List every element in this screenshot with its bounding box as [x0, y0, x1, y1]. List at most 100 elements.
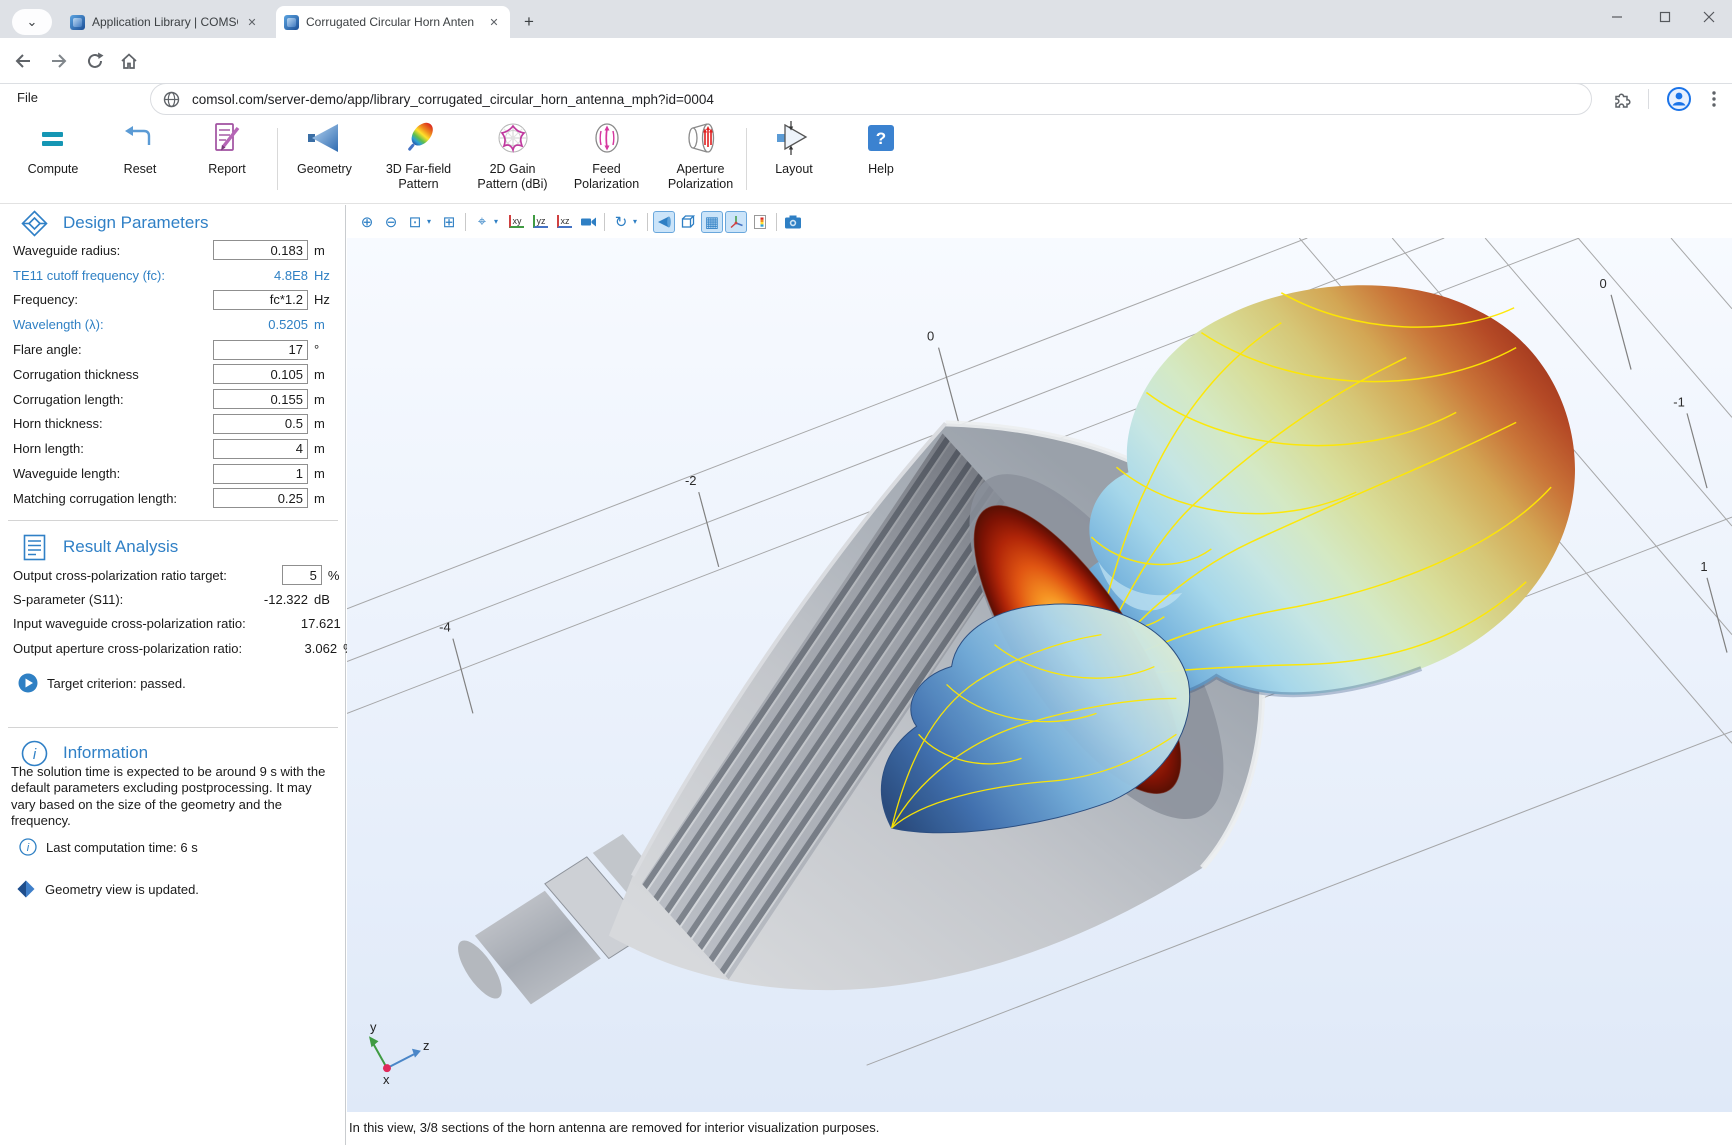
view-caption: In this view, 3/8 sections of the horn a…: [347, 1112, 1732, 1145]
layout-icon: [776, 118, 812, 158]
axes-toggle[interactable]: [725, 211, 747, 233]
tab-search-button[interactable]: ⌄: [12, 9, 52, 35]
parameter-input[interactable]: [213, 414, 308, 434]
parameter-label: S-parameter (S11):: [13, 592, 213, 607]
new-tab-button[interactable]: +: [516, 9, 542, 35]
browser-tab-2[interactable]: Corrugated Circular Horn Anten ✕: [276, 6, 510, 38]
forward-icon: [48, 50, 70, 72]
maximize-button[interactable]: [1642, 0, 1688, 34]
scene-light-icon: [656, 214, 672, 230]
grid-toggle[interactable]: ▦: [701, 211, 723, 233]
reset-button[interactable]: Reset: [97, 118, 183, 200]
browser-titlebar: ⌄ Application Library | COMSOL S ✕ Corru…: [0, 0, 1732, 38]
zoom-in-icon: ⊕: [361, 213, 374, 231]
maximize-icon: [1659, 11, 1671, 23]
layout-button[interactable]: Layout: [747, 118, 841, 200]
view-xz-icon: xz: [557, 215, 572, 228]
zoom-in-button[interactable]: ⊕: [356, 211, 378, 233]
close-icon: [1703, 11, 1715, 23]
color-legend-toggle[interactable]: [749, 211, 771, 233]
section-divider: [8, 727, 338, 728]
comsol-favicon: [70, 15, 85, 30]
rotate-button[interactable]: ↻: [610, 211, 632, 233]
scene-light-toggle[interactable]: [653, 211, 675, 233]
rotate-icon: ↻: [615, 213, 628, 231]
parameter-row: Waveguide length:m: [0, 461, 346, 486]
geometry-button[interactable]: Geometry: [278, 118, 371, 200]
far-field-pattern-button[interactable]: 3D Far-field Pattern: [372, 118, 465, 200]
svg-text:1: 1: [1700, 559, 1707, 574]
parameter-row: S-parameter (S11):-12.322dB: [0, 587, 346, 611]
geometry-diamond-icon: [16, 879, 36, 899]
parameter-input[interactable]: [213, 340, 308, 360]
parameter-value: 3.062: [242, 641, 337, 656]
scene-projection-button[interactable]: [577, 211, 599, 233]
report-button[interactable]: Report: [184, 118, 270, 200]
parameter-unit: m: [314, 466, 338, 481]
back-button[interactable]: [8, 46, 38, 76]
compute-button[interactable]: Compute: [10, 118, 96, 200]
browser-tab-1[interactable]: Application Library | COMSOL S ✕: [62, 6, 268, 38]
toolbar-separator: [465, 213, 466, 231]
parameter-row: Waveguide radius:m: [0, 238, 346, 263]
snapshot-button[interactable]: [782, 211, 804, 233]
section-divider: [8, 520, 338, 521]
parameter-label: Horn thickness:: [13, 416, 213, 431]
tab-close-icon[interactable]: ✕: [486, 14, 502, 30]
view-xy-icon: xy: [509, 215, 524, 228]
section-title: Information: [63, 743, 148, 763]
help-button[interactable]: ? Help: [841, 118, 921, 200]
default-view-caret[interactable]: ▾: [494, 217, 503, 226]
parameter-value: 4.8E8: [213, 268, 308, 283]
view-xz-button[interactable]: xz: [553, 211, 575, 233]
close-button[interactable]: [1686, 0, 1732, 34]
home-button[interactable]: [114, 46, 144, 76]
grid-icon: ▦: [705, 213, 719, 231]
result-analysis-icon: [21, 534, 48, 561]
graphics-canvas[interactable]: 0 -2 -4 0 -1 1: [347, 238, 1732, 1112]
tab-title: Corrugated Circular Horn Anten: [306, 15, 480, 29]
zoom-box-caret[interactable]: ▾: [427, 217, 436, 226]
parameter-value: 0.5205: [213, 317, 308, 332]
view-yz-button[interactable]: yz: [529, 211, 551, 233]
parameter-input[interactable]: [213, 439, 308, 459]
settings-panel: Design Parameters Waveguide radius:mTE11…: [0, 205, 346, 1145]
feed-polarization-button[interactable]: Feed Polarization: [560, 118, 653, 200]
gain-pattern-button[interactable]: 2D Gain Pattern (dBi): [466, 118, 559, 200]
parameter-unit: m: [314, 367, 338, 382]
tab-close-icon[interactable]: ✕: [244, 14, 260, 30]
reload-button[interactable]: [80, 46, 110, 76]
parameter-row: Matching corrugation length:m: [0, 486, 346, 511]
view-xy-button[interactable]: xy: [505, 211, 527, 233]
forward-button[interactable]: [44, 46, 74, 76]
svg-text:-4: -4: [439, 620, 451, 635]
zoom-extents-button[interactable]: ⊞: [438, 211, 460, 233]
geometry-updated-text: Geometry view is updated.: [45, 882, 199, 897]
rotate-caret[interactable]: ▾: [633, 217, 642, 226]
parameter-label: Corrugation thickness: [13, 367, 213, 382]
parameter-input[interactable]: [213, 389, 308, 409]
aperture-polarization-button[interactable]: Aperture Polarization: [654, 118, 747, 200]
parameter-input[interactable]: [213, 464, 308, 484]
default-view-button[interactable]: ⌖: [471, 211, 493, 233]
transparency-toggle[interactable]: [677, 211, 699, 233]
passed-play-icon: [18, 673, 38, 693]
design-parameters-header: Design Parameters: [0, 208, 346, 238]
design-parameters-rows: Waveguide radius:mTE11 cutoff frequency …: [0, 238, 346, 511]
parameter-input[interactable]: [213, 240, 308, 260]
parameter-input[interactable]: [213, 290, 308, 310]
report-icon: [210, 118, 244, 158]
parameter-row: Flare angle:°: [0, 337, 346, 362]
file-menu[interactable]: File: [13, 88, 42, 107]
svg-text:-1: -1: [1673, 394, 1685, 409]
parameter-unit: m: [314, 243, 338, 258]
reload-icon: [85, 51, 105, 71]
parameter-label: Matching corrugation length:: [13, 491, 213, 506]
parameter-input[interactable]: [213, 364, 308, 384]
zoom-out-button[interactable]: ⊖: [380, 211, 402, 233]
minimize-button[interactable]: [1594, 0, 1640, 34]
zoom-box-button[interactable]: ⊡: [404, 211, 426, 233]
zoom-box-icon: ⊡: [409, 213, 422, 231]
parameter-input[interactable]: [282, 565, 322, 585]
parameter-input[interactable]: [213, 488, 308, 508]
